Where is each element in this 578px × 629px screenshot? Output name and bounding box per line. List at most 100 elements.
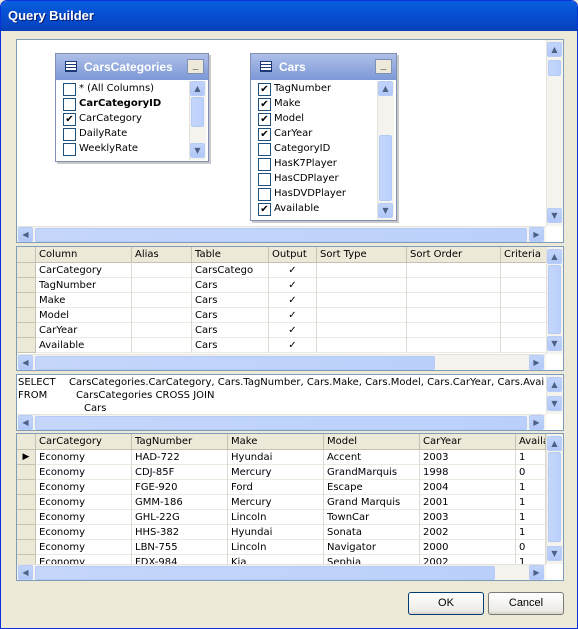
results-cell[interactable]: Grand Marquis bbox=[324, 495, 420, 510]
criteria-cell[interactable] bbox=[317, 308, 407, 323]
criteria-cell[interactable] bbox=[317, 323, 407, 338]
criteria-cell[interactable] bbox=[317, 263, 407, 278]
row-selector[interactable] bbox=[17, 525, 36, 540]
row-selector[interactable] bbox=[17, 480, 36, 495]
table-carscategories-title[interactable]: CarsCategories _ bbox=[56, 54, 208, 80]
scroll-down-icon[interactable]: ▼ bbox=[547, 208, 562, 223]
results-cell[interactable]: Escape bbox=[324, 480, 420, 495]
results-row[interactable]: Economy CDJ-85F Mercury GrandMarquis 1998 0 bbox=[17, 465, 546, 480]
row-selector[interactable] bbox=[17, 465, 36, 480]
scroll-up-icon[interactable]: ▲ bbox=[378, 81, 393, 96]
results-cell[interactable]: Mercury bbox=[228, 465, 324, 480]
results-cell[interactable]: Economy bbox=[36, 495, 132, 510]
scroll-thumb[interactable] bbox=[548, 60, 561, 76]
results-cell[interactable]: Navigator bbox=[324, 540, 420, 555]
criteria-cell[interactable]: Cars bbox=[192, 278, 269, 293]
results-cell[interactable]: Hyundai bbox=[228, 525, 324, 540]
scroll-right-icon[interactable]: ▶ bbox=[529, 565, 544, 580]
results-cell[interactable]: 1 bbox=[516, 480, 546, 495]
results-cell[interactable]: FGE-920 bbox=[132, 480, 228, 495]
results-cell[interactable]: 1 bbox=[516, 525, 546, 540]
scroll-thumb[interactable] bbox=[35, 228, 527, 242]
results-cell[interactable]: Economy bbox=[36, 525, 132, 540]
criteria-horizontal-scrollbar[interactable]: ◀ ▶ bbox=[17, 354, 546, 370]
column-checkbox[interactable] bbox=[63, 143, 76, 156]
results-row[interactable]: Economy GMM-186 Mercury Grand Marquis 2001 1 bbox=[17, 495, 546, 510]
results-cell[interactable]: 0 bbox=[516, 540, 546, 555]
results-column-header[interactable]: CarCategory bbox=[36, 434, 132, 450]
column-checkbox[interactable] bbox=[63, 98, 76, 111]
results-column-header[interactable]: Availa bbox=[516, 434, 546, 450]
results-cell[interactable]: GHL-22G bbox=[132, 510, 228, 525]
sql-vertical-scrollbar[interactable]: ▲ ▼ bbox=[546, 375, 563, 414]
column-checkbox[interactable] bbox=[258, 173, 271, 186]
scroll-up-icon[interactable]: ▲ bbox=[190, 81, 205, 96]
criteria-cell[interactable]: Cars bbox=[192, 323, 269, 338]
criteria-cell[interactable] bbox=[132, 263, 192, 278]
sql-horizontal-scrollbar[interactable]: ◀ ▶ bbox=[17, 414, 546, 430]
column-checkbox[interactable]: ✔ bbox=[258, 203, 271, 216]
sql-pane[interactable]: SELECT CarsCategories.CarCategory, Cars.… bbox=[16, 374, 564, 431]
scroll-up-icon[interactable]: ▲ bbox=[547, 377, 562, 392]
column-checkbox[interactable]: ✔ bbox=[258, 98, 271, 111]
diagram-pane[interactable]: CarsCategories _ * (All Columns) CarCateg… bbox=[16, 39, 564, 243]
results-cell[interactable]: Ford bbox=[228, 480, 324, 495]
results-cell[interactable]: Lincoln bbox=[228, 540, 324, 555]
criteria-cell[interactable] bbox=[132, 308, 192, 323]
results-column-header[interactable]: Model bbox=[324, 434, 420, 450]
output-checkbox[interactable]: ✓ bbox=[269, 263, 317, 278]
title-bar[interactable]: Query Builder bbox=[1, 1, 577, 31]
row-selector[interactable] bbox=[17, 495, 36, 510]
results-cell[interactable]: Economy bbox=[36, 480, 132, 495]
scroll-thumb[interactable] bbox=[191, 97, 204, 127]
results-column-header[interactable]: TagNumber bbox=[132, 434, 228, 450]
column-checkbox[interactable] bbox=[63, 128, 76, 141]
criteria-cell[interactable]: Cars bbox=[192, 338, 269, 353]
row-selector[interactable] bbox=[17, 510, 36, 525]
results-cell[interactable]: HAD-722 bbox=[132, 450, 228, 465]
minimize-table-button[interactable]: _ bbox=[375, 59, 392, 74]
criteria-column-header[interactable]: Column bbox=[36, 247, 132, 263]
criteria-cell[interactable]: Model bbox=[36, 308, 132, 323]
results-cell[interactable]: Economy bbox=[36, 450, 132, 465]
scroll-up-icon[interactable]: ▲ bbox=[547, 42, 562, 57]
results-cell[interactable]: GrandMarquis bbox=[324, 465, 420, 480]
criteria-cell[interactable]: Make bbox=[36, 293, 132, 308]
results-cell[interactable]: Economy bbox=[36, 540, 132, 555]
column-checkbox[interactable]: ✔ bbox=[258, 128, 271, 141]
scroll-thumb[interactable] bbox=[35, 416, 527, 430]
column-checkbox[interactable] bbox=[258, 143, 271, 156]
criteria-row[interactable]: TagNumber Cars ✓ bbox=[17, 278, 546, 293]
scroll-up-icon[interactable]: ▲ bbox=[547, 249, 562, 264]
results-horizontal-scrollbar[interactable]: ◀ ▶ bbox=[17, 564, 546, 580]
output-checkbox[interactable]: ✓ bbox=[269, 278, 317, 293]
criteria-grid[interactable]: Column Alias Table Output Sort Type Sort Orde… bbox=[17, 247, 563, 354]
results-cell[interactable]: TownCar bbox=[324, 510, 420, 525]
results-cell[interactable]: 2004 bbox=[420, 480, 516, 495]
criteria-cell[interactable] bbox=[407, 263, 501, 278]
row-selector[interactable] bbox=[17, 323, 36, 338]
results-cell[interactable]: LBN-755 bbox=[132, 540, 228, 555]
criteria-column-header[interactable]: Sort Order bbox=[407, 247, 501, 263]
criteria-column-header[interactable]: Output bbox=[269, 247, 317, 263]
results-column-header[interactable]: Make bbox=[228, 434, 324, 450]
criteria-cell[interactable]: CarCategory bbox=[36, 263, 132, 278]
row-selector[interactable] bbox=[17, 293, 36, 308]
column-checkbox[interactable] bbox=[258, 188, 271, 201]
results-cell[interactable]: 2003 bbox=[420, 510, 516, 525]
results-row[interactable]: ▶ Economy HAD-722 Hyundai Accent 2003 1 bbox=[17, 450, 546, 465]
criteria-cell[interactable] bbox=[317, 338, 407, 353]
scroll-thumb[interactable] bbox=[548, 452, 561, 542]
criteria-cell[interactable] bbox=[407, 338, 501, 353]
scroll-down-icon[interactable]: ▼ bbox=[547, 396, 562, 411]
results-cell[interactable]: Economy bbox=[36, 465, 132, 480]
output-checkbox[interactable]: ✓ bbox=[269, 323, 317, 338]
criteria-cell[interactable]: Cars bbox=[192, 308, 269, 323]
criteria-pane[interactable]: Column Alias Table Output Sort Type Sort Orde… bbox=[16, 246, 564, 371]
results-cell[interactable]: 2000 bbox=[420, 540, 516, 555]
criteria-cell[interactable] bbox=[317, 278, 407, 293]
criteria-row[interactable]: Available Cars ✓ bbox=[17, 338, 546, 353]
results-cell[interactable]: CDJ-85F bbox=[132, 465, 228, 480]
column-checkbox[interactable] bbox=[63, 83, 76, 96]
criteria-row[interactable]: Model Cars ✓ bbox=[17, 308, 546, 323]
